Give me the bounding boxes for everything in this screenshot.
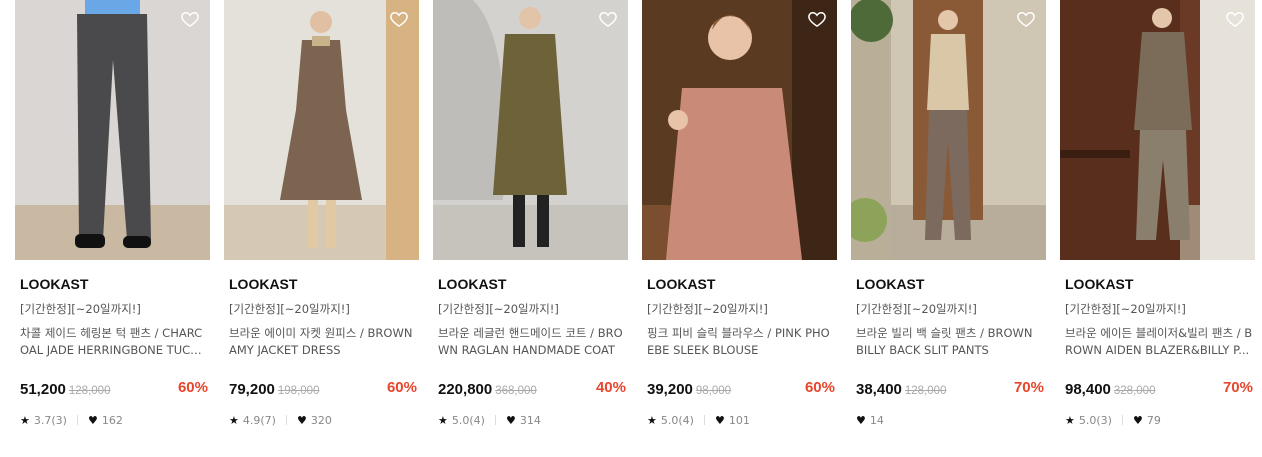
- price-row: 98,400 328,000 70%: [1065, 379, 1253, 399]
- promo-tag: [기간한정][~20일까지!]: [647, 302, 768, 316]
- product-image[interactable]: [642, 0, 837, 260]
- price-row: 220,800 368,000 40%: [438, 379, 626, 399]
- heart-filled-icon: ♥: [87, 413, 98, 427]
- product-name[interactable]: 핑크 피비 슬릭 블라우스 / PINK PHOEBE SLEEK BLOUSE: [647, 325, 835, 359]
- product-image[interactable]: [851, 0, 1046, 260]
- rating-text: 3.7(3): [33, 413, 67, 427]
- meta-divider: [703, 415, 705, 425]
- sale-price: 39,200: [647, 381, 693, 398]
- meta-divider: [285, 415, 287, 425]
- heart-filled-icon: ♥: [714, 413, 725, 427]
- discount-rate: 60%: [177, 379, 208, 396]
- review-meta: ★ 5.0(4) ♥ 314: [438, 413, 628, 427]
- product-name[interactable]: 브라운 빌리 백 슬릿 팬츠 / BROWN BILLY BACK SLIT P…: [856, 325, 1044, 359]
- star-icon: ★: [1065, 413, 1075, 427]
- heart-filled-icon: ♥: [505, 413, 516, 427]
- discount-rate: 60%: [386, 379, 417, 396]
- product-name[interactable]: 차콜 제이드 헤링본 턱 팬츠 / CHARCOAL JADE HERRINGB…: [20, 325, 208, 359]
- original-price: 128,000: [904, 385, 947, 397]
- review-meta: ★ 5.0(4) ♥ 101: [647, 413, 837, 427]
- star-icon: ★: [20, 413, 30, 427]
- product-name[interactable]: 브라운 에이든 블레이저&빌리 팬츠 / BROWN AIDEN BLAZER&…: [1065, 325, 1253, 359]
- product-image[interactable]: [224, 0, 419, 260]
- star-icon: ★: [438, 413, 448, 427]
- likes-count: 320: [310, 413, 332, 427]
- review-meta: ★ 3.7(3) ♥ 162: [20, 413, 210, 427]
- product-image[interactable]: [433, 0, 628, 260]
- meta-divider: [1121, 415, 1123, 425]
- wishlist-heart-icon[interactable]: [598, 9, 618, 29]
- rating-text: 5.0(4): [451, 413, 485, 427]
- wishlist-heart-icon[interactable]: [807, 9, 827, 29]
- star-icon: ★: [647, 413, 657, 427]
- likes-count: 314: [519, 413, 541, 427]
- discount-rate: 60%: [804, 379, 835, 396]
- brand-name[interactable]: LOOKAST: [856, 276, 1046, 292]
- likes-count: 162: [101, 413, 123, 427]
- sale-price: 220,800: [438, 381, 493, 398]
- likes-count: 101: [728, 413, 750, 427]
- product-name[interactable]: 브라운 레글런 핸드메이드 코트 / BROWN RAGLAN HANDMADE…: [438, 325, 626, 359]
- promo-tag: [기간한정][~20일까지!]: [20, 302, 141, 316]
- likes-count: 14: [869, 413, 884, 427]
- product-name[interactable]: 브라운 에이미 자켓 원피스 / BROWN AMY JACKET DRESS: [229, 325, 417, 359]
- brand-name[interactable]: LOOKAST: [647, 276, 837, 292]
- brand-name[interactable]: LOOKAST: [438, 276, 628, 292]
- price-row: 38,400 128,000 70%: [856, 379, 1044, 399]
- rating-text: 5.0(3): [1078, 413, 1112, 427]
- promo-tag: [기간한정][~20일까지!]: [1065, 302, 1186, 316]
- original-price: 198,000: [277, 385, 320, 397]
- discount-rate: 70%: [1222, 379, 1253, 396]
- price-row: 51,200 128,000 60%: [20, 379, 208, 399]
- wishlist-heart-icon[interactable]: [1016, 9, 1036, 29]
- product-card[interactable]: LOOKAST [기간한정][~20일까지!] 브라운 에이든 블레이저&빌리 팬츠…: [1060, 0, 1255, 427]
- brand-name[interactable]: LOOKAST: [1065, 276, 1255, 292]
- product-card[interactable]: LOOKAST [기간한정][~20일까지!] 브라운 레글런 핸드메이드 코트 /…: [433, 0, 628, 427]
- brand-name[interactable]: LOOKAST: [229, 276, 419, 292]
- rating-text: 5.0(4): [660, 413, 694, 427]
- sale-price: 79,200: [229, 381, 275, 398]
- review-meta: ★ 5.0(3) ♥ 79: [1065, 413, 1255, 427]
- product-image[interactable]: [15, 0, 210, 260]
- product-card[interactable]: LOOKAST [기간한정][~20일까지!] 브라운 에이미 자켓 원피스 / B…: [224, 0, 419, 427]
- original-price: 368,000: [495, 385, 537, 397]
- price-row: 79,200 198,000 60%: [229, 379, 417, 399]
- wishlist-heart-icon[interactable]: [1225, 9, 1245, 29]
- heart-filled-icon: ♥: [856, 413, 866, 427]
- wishlist-heart-icon[interactable]: [389, 9, 409, 29]
- review-meta: ★ 4.9(7) ♥ 320: [229, 413, 419, 427]
- promo-tag: [기간한정][~20일까지!]: [438, 302, 559, 316]
- product-grid: LOOKAST [기간한정][~20일까지!] 차콜 제이드 헤링본 턱 팬츠 / …: [0, 0, 1262, 457]
- likes-count: 79: [1146, 413, 1161, 427]
- heart-filled-icon: ♥: [1132, 413, 1143, 427]
- review-meta: ♥ 14: [856, 413, 1046, 427]
- original-price: 128,000: [68, 385, 111, 397]
- price-row: 39,200 98,000 60%: [647, 379, 835, 399]
- promo-tag: [기간한정][~20일까지!]: [229, 302, 350, 316]
- brand-name[interactable]: LOOKAST: [20, 276, 210, 292]
- product-card[interactable]: LOOKAST [기간한정][~20일까지!] 차콜 제이드 헤링본 턱 팬츠 / …: [15, 0, 210, 427]
- star-icon: ★: [229, 413, 239, 427]
- meta-divider: [76, 415, 78, 425]
- meta-divider: [494, 415, 496, 425]
- discount-rate: 40%: [595, 379, 626, 396]
- sale-price: 98,400: [1065, 381, 1111, 398]
- sale-price: 38,400: [856, 381, 902, 398]
- wishlist-heart-icon[interactable]: [180, 9, 200, 29]
- discount-rate: 70%: [1013, 379, 1044, 396]
- product-card[interactable]: LOOKAST [기간한정][~20일까지!] 핑크 피비 슬릭 블라우스 / PI…: [642, 0, 837, 427]
- original-price: 98,000: [695, 385, 732, 397]
- promo-tag: [기간한정][~20일까지!]: [856, 302, 977, 316]
- rating-text: 4.9(7): [242, 413, 276, 427]
- heart-filled-icon: ♥: [296, 413, 307, 427]
- product-card[interactable]: LOOKAST [기간한정][~20일까지!] 브라운 빌리 백 슬릿 팬츠 / B…: [851, 0, 1046, 427]
- sale-price: 51,200: [20, 381, 66, 398]
- product-image[interactable]: [1060, 0, 1255, 260]
- original-price: 328,000: [1113, 385, 1156, 397]
